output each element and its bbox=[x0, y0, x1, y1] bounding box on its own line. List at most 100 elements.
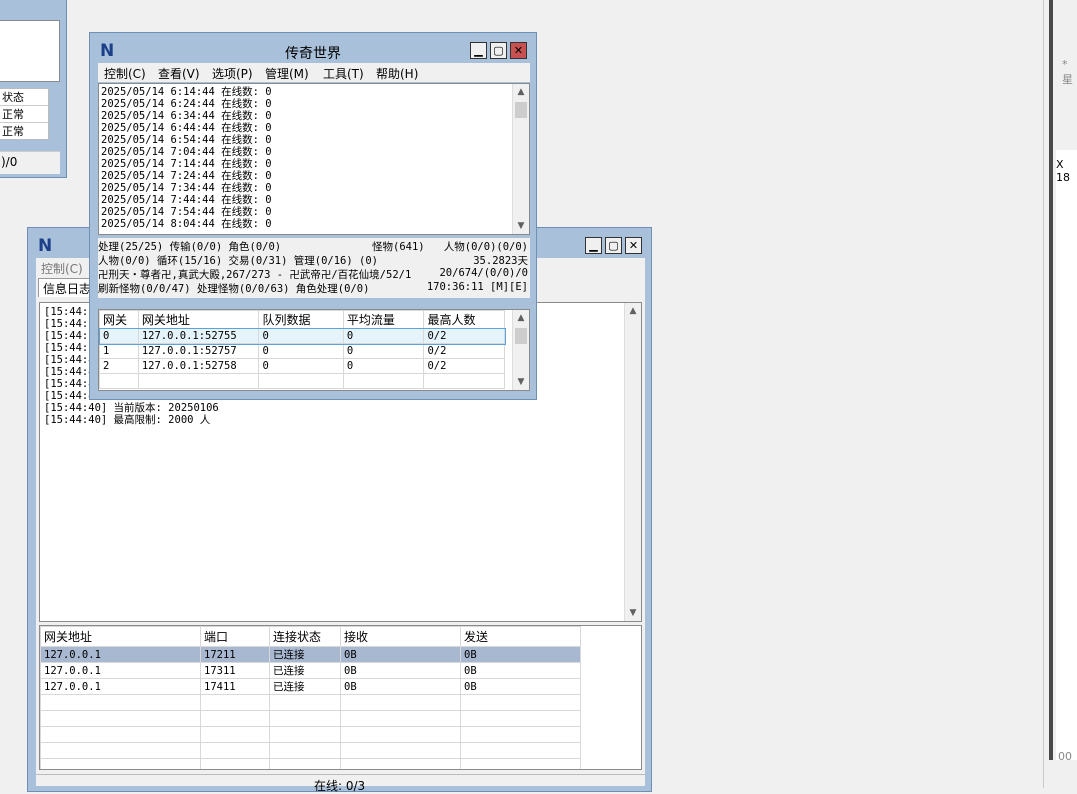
cell: 0 bbox=[342, 328, 425, 344]
cell: 0/2 bbox=[423, 358, 505, 374]
status-line-4-left: 刷新怪物(0/0/47) 处理怪物(0/0/63) 角色处理(0/0) bbox=[98, 283, 370, 295]
scroll-up-icon[interactable]: ▲ bbox=[625, 303, 641, 319]
online-log-text: 2025/05/14 6:14:44 在线数: 0 2025/05/14 6:2… bbox=[101, 86, 272, 230]
table-row-empty bbox=[40, 710, 581, 727]
cell: 17311 bbox=[200, 662, 270, 679]
table-row[interactable]: 0 127.0.0.1:52755 0 0 0/2 bbox=[99, 327, 506, 345]
scroll-down-icon[interactable]: ▼ bbox=[513, 374, 529, 390]
log-scrollbar[interactable]: ▲ ▼ bbox=[512, 84, 529, 234]
gateway-grid-header: 网关 网关地址 队列数据 平均流量 最高人数 bbox=[99, 310, 505, 329]
col-connection-status[interactable]: 连接状态 bbox=[269, 626, 341, 647]
tab-label: 信息日志 bbox=[43, 282, 92, 296]
col-gateway-address[interactable]: 网关地址 bbox=[137, 310, 260, 329]
table-row[interactable]: 2 127.0.0.1:52758 0 0 0/2 bbox=[99, 358, 505, 374]
cell: 2 bbox=[99, 358, 139, 374]
app-logo-icon: N bbox=[38, 236, 53, 256]
status-line-1-right: 人物(0/0)(0/0) bbox=[443, 241, 528, 253]
table-row-empty bbox=[99, 373, 505, 389]
cell: 0 bbox=[342, 343, 425, 359]
cell: 127.0.0.1 bbox=[40, 662, 201, 679]
scroll-down-icon[interactable]: ▼ bbox=[625, 605, 641, 621]
main-window: N 传奇世界 ▁ ▢ ✕ 控制(C) 查看(V) 选项(P) 管理(M) 工具(… bbox=[89, 32, 537, 400]
col-max-players[interactable]: 最高人数 bbox=[423, 310, 505, 329]
cell: 0 bbox=[258, 343, 344, 359]
status-line-1-left: 处理(25/25) 传输(0/0) 角色(0/0) bbox=[98, 241, 282, 253]
log-line: 2025/05/14 6:34:44 在线数: 0 bbox=[101, 110, 272, 122]
cell: 0B bbox=[460, 662, 581, 679]
table-row[interactable]: 127.0.0.1 17411 已连接 0B 0B bbox=[40, 678, 581, 695]
cell: 127.0.0.1:52758 bbox=[137, 358, 260, 374]
col-gateway[interactable]: 网关 bbox=[99, 310, 139, 329]
minimize-button[interactable]: ▁ bbox=[585, 237, 602, 254]
scroll-up-icon[interactable]: ▲ bbox=[513, 84, 529, 100]
scroll-down-icon[interactable]: ▼ bbox=[513, 218, 529, 234]
table-row[interactable]: 1 127.0.0.1:52757 0 0 0/2 bbox=[99, 343, 505, 359]
cell: 已连接 bbox=[269, 678, 341, 695]
status-line-2-right: 35.2823天 bbox=[473, 255, 528, 267]
log-line: 2025/05/14 6:44:44 在线数: 0 bbox=[101, 122, 272, 134]
scroll-up-icon[interactable]: ▲ bbox=[513, 310, 529, 326]
col-avg-traffic[interactable]: 平均流量 bbox=[342, 310, 425, 329]
status-line-3-left: 卍刑天・尊者卍,真武大殿,267/273 - 卍武帝卍/百花仙境/52/1 bbox=[98, 269, 412, 281]
close-button[interactable]: ✕ bbox=[625, 237, 642, 254]
menu-help[interactable]: 帮助(H) bbox=[376, 65, 418, 82]
status-bar: 在线: 0/3 bbox=[36, 774, 645, 793]
cell: 0B bbox=[460, 646, 581, 663]
table-row-empty bbox=[40, 726, 581, 743]
menu-tools[interactable]: 工具(T) bbox=[323, 65, 364, 82]
status-block: 处理(25/25) 传输(0/0) 角色(0/0) 怪物(641) 人物(0/0… bbox=[98, 238, 530, 298]
status-line-4-right: 170:36:11 [M][E] bbox=[426, 281, 528, 293]
cell: 17411 bbox=[200, 678, 270, 695]
log-line: 2025/05/14 6:14:44 在线数: 0 bbox=[101, 86, 272, 98]
minimize-button[interactable]: ▁ bbox=[470, 42, 487, 59]
cell: 0B bbox=[340, 678, 461, 695]
cell: 1 bbox=[99, 343, 139, 359]
col-receive[interactable]: 接收 bbox=[340, 626, 461, 647]
cell: 0 bbox=[99, 328, 139, 344]
log-scrollbar[interactable]: ▲ ▼ bbox=[624, 303, 641, 621]
online-log-panel[interactable]: 2025/05/14 6:14:44 在线数: 0 2025/05/14 6:2… bbox=[98, 83, 530, 235]
close-button[interactable]: ✕ bbox=[510, 42, 527, 59]
col-gateway-address[interactable]: 网关地址 bbox=[40, 626, 201, 647]
grid-scrollbar[interactable]: ▲ ▼ bbox=[512, 310, 529, 390]
cell: 0/2 bbox=[423, 328, 505, 344]
right-edge-text-2: X 18 bbox=[1056, 158, 1070, 184]
bg-footer-text: )/0 bbox=[1, 155, 18, 169]
menu-control[interactable]: 控制(C) bbox=[104, 65, 146, 82]
table-row-empty bbox=[40, 742, 581, 759]
menu-control[interactable]: 控制(C) bbox=[41, 260, 83, 277]
log-line: 2025/05/14 6:54:44 在线数: 0 bbox=[101, 134, 272, 146]
log-line: 2025/05/14 7:14:44 在线数: 0 bbox=[101, 158, 272, 170]
menu-view[interactable]: 查看(V) bbox=[158, 65, 200, 82]
maximize-button[interactable]: ▢ bbox=[605, 237, 622, 254]
status-line-1-mid: 怪物(641) bbox=[372, 241, 425, 253]
col-port[interactable]: 端口 bbox=[200, 626, 270, 647]
table-row[interactable]: 127.0.0.1 17311 已连接 0B 0B bbox=[40, 662, 581, 679]
log-line: 2025/05/14 7:24:44 在线数: 0 bbox=[101, 170, 272, 182]
col-send[interactable]: 发送 bbox=[460, 626, 581, 647]
cell: 127.0.0.1 bbox=[40, 646, 201, 663]
scroll-thumb[interactable] bbox=[515, 102, 527, 118]
online-count: 在线: 0/3 bbox=[314, 779, 366, 793]
gateway-table: 网关地址 端口 连接状态 接收 发送 127.0.0.1 17211 已连接 0… bbox=[40, 626, 581, 769]
gateway-grid: 网关 网关地址 队列数据 平均流量 最高人数 0 127.0.0.1:52755… bbox=[99, 310, 506, 389]
bg-window-footer: )/0 bbox=[0, 151, 60, 174]
scroll-thumb[interactable] bbox=[515, 328, 527, 344]
right-edge-text-1: *星 bbox=[1062, 58, 1073, 86]
log-line: [15:44:40] 最高限制: 2000 人 bbox=[44, 414, 211, 426]
gateway-list-panel: 网关地址 端口 连接状态 接收 发送 127.0.0.1 17211 已连接 0… bbox=[39, 625, 642, 770]
right-edge-separator bbox=[1049, 0, 1053, 760]
menu-options[interactable]: 选项(P) bbox=[212, 65, 253, 82]
log-line: [15:44:40] 当前版本: 20250106 bbox=[44, 402, 219, 414]
status-line-3-right: 20/674/(0/0)/0 bbox=[439, 267, 528, 279]
right-edge-text-3: 00 bbox=[1058, 750, 1072, 763]
cell: 0 bbox=[258, 358, 344, 374]
gateway-table-header: 网关地址 端口 连接状态 接收 发送 bbox=[40, 626, 581, 647]
maximize-button[interactable]: ▢ bbox=[490, 42, 507, 59]
gateway-grid-panel: 网关 网关地址 队列数据 平均流量 最高人数 0 127.0.0.1:52755… bbox=[98, 309, 530, 391]
col-queue-data[interactable]: 队列数据 bbox=[258, 310, 344, 329]
status-line-2-left: 人物(0/0) 循环(15/16) 交易(0/31) 管理(0/16) (0) bbox=[98, 255, 378, 267]
menu-manage[interactable]: 管理(M) bbox=[265, 65, 309, 82]
cell: 0B bbox=[460, 678, 581, 695]
table-row[interactable]: 127.0.0.1 17211 已连接 0B 0B bbox=[40, 646, 581, 663]
